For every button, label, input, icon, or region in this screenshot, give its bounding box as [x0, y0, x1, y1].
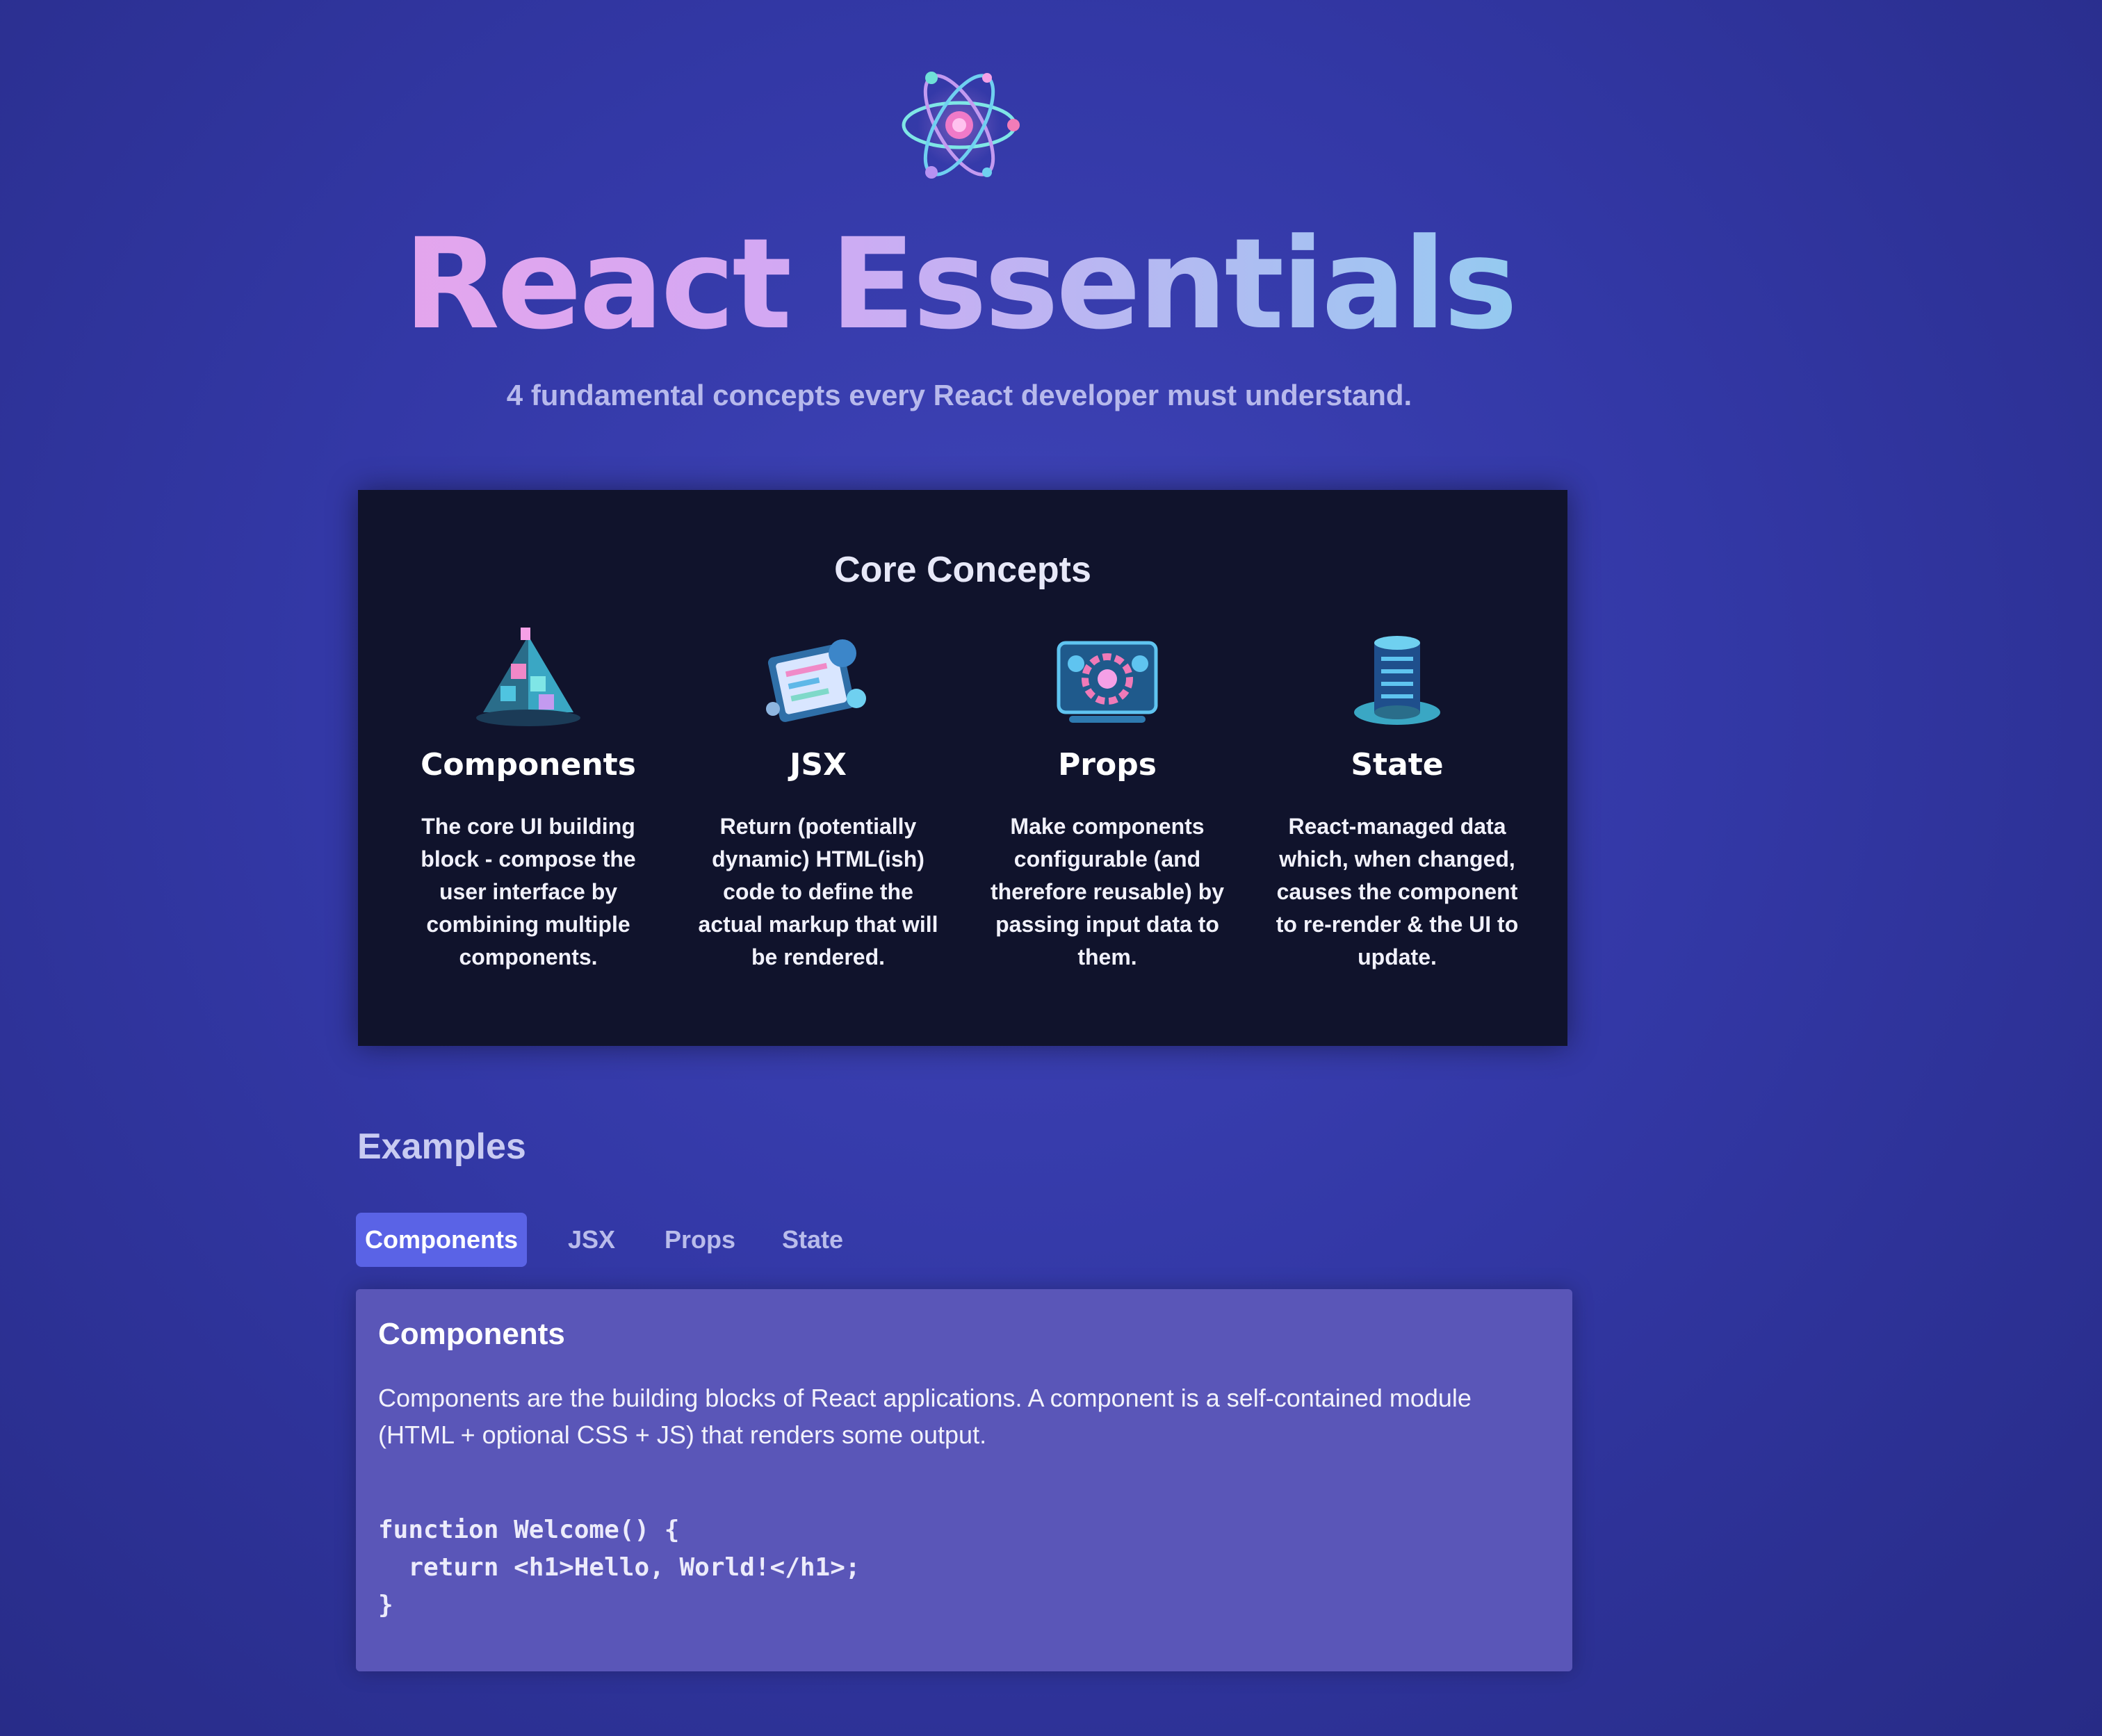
- concept-description: The core UI building block - compose the…: [421, 814, 636, 969]
- example-title: Components: [378, 1317, 565, 1351]
- core-concepts-title: Core Concepts: [834, 550, 1091, 590]
- tab-components[interactable]: Components: [356, 1213, 527, 1267]
- components-blocks-icon: [476, 628, 580, 726]
- tab-props[interactable]: Props: [648, 1213, 752, 1267]
- concept-title: JSX: [790, 747, 847, 783]
- example-content-panel: Components Components are the building b…: [356, 1289, 1572, 1671]
- tab-jsx[interactable]: JSX: [544, 1213, 639, 1267]
- page-subtitle: 4 fundamental concepts every React devel…: [506, 379, 1412, 411]
- concept-card-state: State React-managed data which, when cha…: [1258, 622, 1536, 974]
- jsx-code-icon: [766, 639, 866, 722]
- page-title: React Essentials: [0, 208, 1918, 361]
- concept-card-jsx: JSX Return (potentially dynamic) HTML(is…: [679, 622, 957, 974]
- core-concepts-panel: Core Concepts Components The core UI bui…: [358, 490, 1567, 1046]
- example-code-block: function Welcome() { return <h1>Hello, W…: [378, 1516, 861, 1619]
- concept-description: Make components configurable (and theref…: [990, 814, 1225, 969]
- concept-card-props: Props Make components configurable (and …: [968, 622, 1246, 974]
- concept-card-components: Components The core UI building block - …: [389, 622, 667, 974]
- tab-state[interactable]: State: [760, 1213, 865, 1267]
- example-description: Components are the building blocks of Re…: [378, 1384, 1472, 1449]
- react-atom-icon: [902, 72, 1020, 179]
- concept-title: State: [1351, 747, 1444, 783]
- concept-title: Props: [1058, 747, 1157, 783]
- examples-title: Examples: [357, 1127, 526, 1167]
- concept-description: React-managed data which, when changed, …: [1276, 814, 1519, 969]
- concept-description: Return (potentially dynamic) HTML(ish) c…: [698, 814, 938, 969]
- props-config-icon: [1057, 641, 1158, 723]
- state-data-icon: [1354, 636, 1440, 725]
- concept-title: Components: [421, 747, 636, 783]
